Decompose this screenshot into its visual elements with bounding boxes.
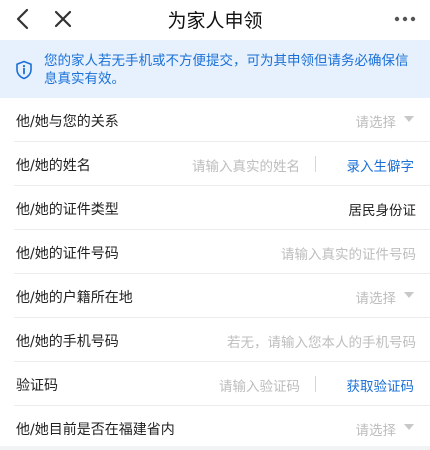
close-button[interactable]	[48, 4, 78, 34]
shield-info-icon	[16, 60, 32, 80]
id-type-value[interactable]: 居民身份证	[349, 199, 417, 219]
divider	[315, 156, 316, 172]
chevron-left-icon	[16, 8, 29, 30]
relation-select[interactable]: 请选择	[356, 111, 397, 131]
rare-character-button[interactable]: 录入生僻字	[347, 155, 415, 175]
name-row: 他/她的姓名 请输入真实的姓名 录入生僻字	[14, 142, 430, 186]
close-icon	[54, 10, 72, 28]
household-select[interactable]: 请选择	[356, 287, 397, 307]
form-list: 他/她与您的关系 请选择 他/她的姓名 请输入真实的姓名 录入生僻字 他/她的证…	[0, 98, 430, 450]
name-input[interactable]: 请输入真实的姓名	[192, 155, 300, 175]
get-code-button[interactable]: 获取验证码	[347, 375, 415, 395]
notice-text: 您的家人若无手机或不方便提交，可为其申领但请务必确保信息真实有效。	[44, 53, 409, 87]
id-number-input[interactable]: 请输入真实的证件号码	[281, 243, 416, 263]
relation-label: 他/她与您的关系	[16, 114, 119, 130]
name-label: 他/她的姓名	[16, 158, 91, 174]
household-row[interactable]: 他/她的户籍所在地 请选择	[14, 274, 430, 318]
in-fujian-select[interactable]: 请选择	[356, 419, 397, 439]
notice-banner: 您的家人若无手机或不方便提交，可为其申领但请务必确保信息真实有效。	[0, 40, 430, 98]
bottom-spacer	[0, 446, 430, 450]
more-button[interactable]	[392, 6, 418, 32]
phone-label: 他/她的手机号码	[16, 334, 119, 350]
household-label: 他/她的户籍所在地	[16, 290, 133, 306]
id-type-label: 他/她的证件类型	[16, 202, 119, 218]
caret-down-icon	[404, 292, 414, 298]
relation-row[interactable]: 他/她与您的关系 请选择	[14, 98, 430, 142]
code-input[interactable]: 请输入验证码	[219, 375, 300, 395]
nav-bar: 为家人申领	[0, 0, 430, 40]
phone-input[interactable]: 若无，请输入您本人的手机号码	[227, 331, 416, 351]
back-button[interactable]	[8, 4, 38, 34]
id-type-row[interactable]: 他/她的证件类型 居民身份证	[14, 186, 430, 230]
code-row: 验证码 请输入验证码 获取验证码	[14, 362, 430, 406]
divider	[315, 376, 316, 392]
caret-down-icon	[404, 116, 414, 122]
id-number-row: 他/她的证件号码 请输入真实的证件号码	[14, 230, 430, 274]
id-number-label: 他/她的证件号码	[16, 246, 119, 262]
caret-down-icon	[404, 424, 414, 430]
in-fujian-row[interactable]: 他/她目前是否在福建省内 请选择	[14, 406, 430, 450]
phone-row: 他/她的手机号码 若无，请输入您本人的手机号码	[14, 318, 430, 362]
in-fujian-label: 他/她目前是否在福建省内	[16, 422, 175, 438]
code-label: 验证码	[16, 378, 58, 394]
more-dots-icon	[394, 16, 416, 22]
